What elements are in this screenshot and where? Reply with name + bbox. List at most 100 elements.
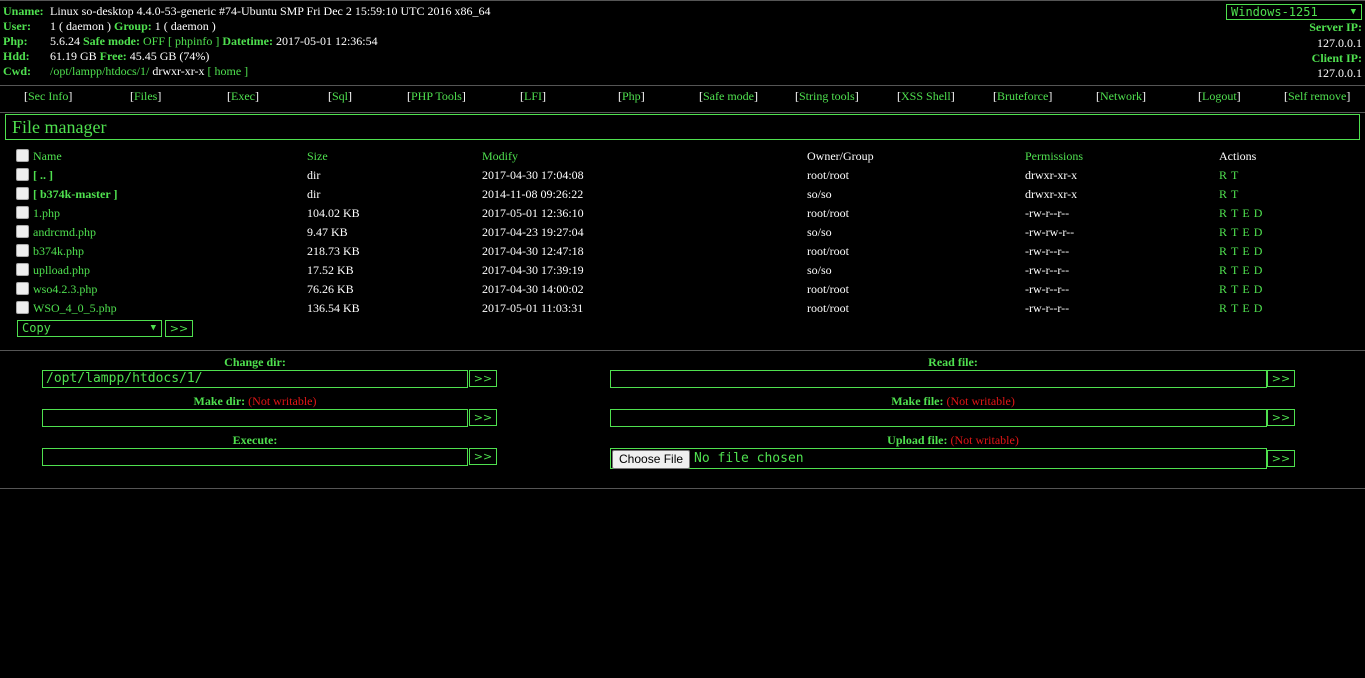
action-edit[interactable]: E xyxy=(1242,244,1249,258)
system-info: Uname: Linux so-desktop 4.4.0-53-generic … xyxy=(3,4,491,79)
bulk-action-select[interactable]: Copy ▼ xyxy=(17,320,162,337)
file-perms[interactable]: drwxr-xr-x xyxy=(1025,166,1219,185)
column-modify[interactable]: Modify xyxy=(482,147,807,166)
phpinfo-link[interactable]: [ phpinfo ] xyxy=(168,34,219,48)
bulk-action-submit-button[interactable]: >> xyxy=(165,320,193,337)
action-download[interactable]: D xyxy=(1254,206,1263,220)
column-permissions[interactable]: Permissions xyxy=(1025,147,1219,166)
charset-select[interactable]: Windows-1251 ▼ xyxy=(1226,4,1362,20)
make-dir-input[interactable] xyxy=(42,409,468,427)
action-download[interactable]: D xyxy=(1254,263,1263,277)
row-checkbox[interactable] xyxy=(16,225,29,238)
file-actions: RTED xyxy=(1219,223,1299,242)
change-dir-input[interactable]: /opt/lampp/htdocs/1/ xyxy=(42,370,468,388)
menu-item-logout[interactable]: [Logout] xyxy=(1198,89,1241,104)
action-touch[interactable]: T xyxy=(1231,301,1238,315)
row-checkbox[interactable] xyxy=(16,301,29,314)
file-name-link[interactable]: [ .. ] xyxy=(33,168,53,182)
action-touch[interactable]: T xyxy=(1231,168,1238,182)
menu-item-files[interactable]: [Files] xyxy=(130,89,161,104)
action-rename[interactable]: R xyxy=(1219,225,1227,239)
action-rename[interactable]: R xyxy=(1219,244,1227,258)
action-touch[interactable]: T xyxy=(1231,282,1238,296)
file-actions: RTED xyxy=(1219,204,1299,223)
menu-item-php[interactable]: [Php] xyxy=(618,89,645,104)
make-dir-submit-button[interactable]: >> xyxy=(469,409,497,426)
file-perms[interactable]: -rw-r--r-- xyxy=(1025,299,1219,318)
action-rename[interactable]: R xyxy=(1219,282,1227,296)
file-name-link[interactable]: WSO_4_0_5.php xyxy=(33,301,117,315)
row-checkbox[interactable] xyxy=(16,206,29,219)
file-perms[interactable]: -rw-rw-r-- xyxy=(1025,223,1219,242)
make-file-submit-button[interactable]: >> xyxy=(1267,409,1295,426)
menu-item-bruteforce[interactable]: [Bruteforce] xyxy=(993,89,1052,104)
file-name-link[interactable]: andrcmd.php xyxy=(33,225,96,239)
row-checkbox[interactable] xyxy=(16,263,29,276)
file-name-link[interactable]: uplload.php xyxy=(33,263,90,277)
file-owner: root/root xyxy=(807,282,849,296)
user-row: User: 1 ( daemon ) Group: 1 ( daemon ) xyxy=(3,19,491,34)
read-file-input[interactable] xyxy=(610,370,1267,388)
menu-item-self-remove[interactable]: [Self remove] xyxy=(1284,89,1350,104)
file-perms[interactable]: -rw-r--r-- xyxy=(1025,242,1219,261)
read-file-label: Read file: xyxy=(928,355,978,369)
action-touch[interactable]: T xyxy=(1231,225,1238,239)
menu-item-sql[interactable]: [Sql] xyxy=(328,89,352,104)
change-dir-submit-button[interactable]: >> xyxy=(469,370,497,387)
menu-item-network[interactable]: [Network] xyxy=(1096,89,1146,104)
column-name[interactable]: Name xyxy=(33,149,62,163)
column-size[interactable]: Size xyxy=(307,147,482,166)
home-link[interactable]: [ home ] xyxy=(208,64,249,78)
menu-item-string-tools[interactable]: [String tools] xyxy=(795,89,859,104)
file-name-link[interactable]: b374k.php xyxy=(33,244,84,258)
action-download[interactable]: D xyxy=(1254,301,1263,315)
action-touch[interactable]: T xyxy=(1231,187,1238,201)
row-checkbox[interactable] xyxy=(16,187,29,200)
file-size: 9.47 KB xyxy=(307,225,348,239)
menu-item-php-tools[interactable]: [PHP Tools] xyxy=(407,89,466,104)
action-rename[interactable]: R xyxy=(1219,206,1227,220)
row-checkbox[interactable] xyxy=(16,244,29,257)
action-touch[interactable]: T xyxy=(1231,244,1238,258)
action-edit[interactable]: E xyxy=(1242,225,1249,239)
action-edit[interactable]: E xyxy=(1242,282,1249,296)
action-download[interactable]: D xyxy=(1254,244,1263,258)
upload-file-submit-button[interactable]: >> xyxy=(1267,450,1295,467)
file-perms[interactable]: -rw-r--r-- xyxy=(1025,261,1219,280)
action-rename[interactable]: R xyxy=(1219,168,1227,182)
read-file-submit-button[interactable]: >> xyxy=(1267,370,1295,387)
file-name-link[interactable]: 1.php xyxy=(33,206,60,220)
action-edit[interactable]: E xyxy=(1242,301,1249,315)
file-perms[interactable]: -rw-r--r-- xyxy=(1025,280,1219,299)
menu-item-exec[interactable]: [Exec] xyxy=(227,89,259,104)
row-checkbox[interactable] xyxy=(16,168,29,181)
row-checkbox[interactable] xyxy=(16,282,29,295)
file-perms[interactable]: -rw-r--r-- xyxy=(1025,204,1219,223)
action-rename[interactable]: R xyxy=(1219,187,1227,201)
action-download[interactable]: D xyxy=(1254,282,1263,296)
upload-file-input[interactable]: Choose File No file chosen xyxy=(610,448,1267,469)
make-file-input[interactable] xyxy=(610,409,1267,427)
action-edit[interactable]: E xyxy=(1242,263,1249,277)
execute-submit-button[interactable]: >> xyxy=(469,448,497,465)
file-name-link[interactable]: [ b374k-master ] xyxy=(33,187,117,201)
file-perms[interactable]: drwxr-xr-x xyxy=(1025,185,1219,204)
action-touch[interactable]: T xyxy=(1231,206,1238,220)
menu-item-safe-mode[interactable]: [Safe mode] xyxy=(699,89,758,104)
uname-row: Uname: Linux so-desktop 4.4.0-53-generic … xyxy=(3,4,491,19)
menu-item-xss-shell[interactable]: [XSS Shell] xyxy=(897,89,955,104)
action-edit[interactable]: E xyxy=(1242,206,1249,220)
not-writable-note: (Not writable) xyxy=(248,394,317,408)
menu-item-lfi[interactable]: [LFI] xyxy=(520,89,546,104)
select-all-checkbox[interactable] xyxy=(16,149,29,162)
menu-item-sec-info[interactable]: [Sec Info] xyxy=(24,89,72,104)
divider xyxy=(0,350,1365,351)
action-rename[interactable]: R xyxy=(1219,301,1227,315)
execute-input[interactable] xyxy=(42,448,468,466)
cwd-path-link[interactable]: /opt/lampp/htdocs/1/ xyxy=(50,64,149,78)
action-touch[interactable]: T xyxy=(1231,263,1238,277)
action-rename[interactable]: R xyxy=(1219,263,1227,277)
choose-file-button[interactable]: Choose File xyxy=(612,450,691,469)
file-name-link[interactable]: wso4.2.3.php xyxy=(33,282,97,296)
action-download[interactable]: D xyxy=(1254,225,1263,239)
